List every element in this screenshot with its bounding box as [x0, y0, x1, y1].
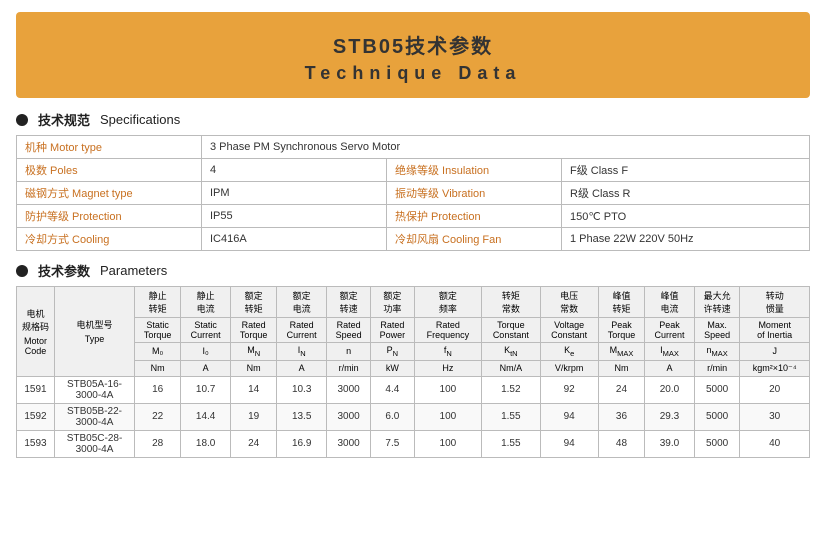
spec-label-insulation: 绝缘等级 Insulation: [387, 159, 562, 182]
params-table: 电机规格码MotorCode 电机型号Type 静止转矩 静止电流 额定转矩 额…: [16, 286, 810, 458]
th-static-torque-cn: 静止转矩: [135, 287, 181, 318]
th-sym-IN: IN: [277, 343, 327, 361]
spec-label-thermal: 热保护 Protection: [387, 205, 562, 228]
th-static-torque-en: StaticTorque: [135, 318, 181, 343]
table-row: 1592STB05B-22-3000-4A2214.41913.530006.0…: [17, 403, 810, 430]
th-voltage-const-en: VoltageConstant: [540, 318, 598, 343]
th-sym-PN: PN: [371, 343, 414, 361]
params-section-title: 技术参数 Parameters: [16, 261, 810, 280]
spec-row-motortype: 机种 Motor type 3 Phase PM Synchronous Ser…: [17, 136, 810, 159]
th-unit-I0: A: [181, 360, 231, 376]
th-rated-speed-en: RatedSpeed: [327, 318, 371, 343]
spec-label-protection: 防护等级 Protection: [17, 205, 202, 228]
th-sym-IMAX: IMAX: [645, 343, 695, 361]
header-title-cn: STB05技术参数: [16, 30, 810, 59]
params-label-cn: 技术参数: [38, 261, 90, 280]
th-sym-I0: I₀: [181, 343, 231, 361]
params-header-unit: Nm A Nm A r/min kW Hz Nm/A V/krpm Nm A r…: [17, 360, 810, 376]
th-rated-current-en: RatedCurrent: [277, 318, 327, 343]
th-sym-MMAX: MMAX: [598, 343, 644, 361]
th-sym-nMAX: nMAX: [694, 343, 740, 361]
th-unit-nMAX: r/min: [694, 360, 740, 376]
spec-label-motortype: 机种 Motor type: [17, 136, 202, 159]
th-rated-power-en: RatedPower: [371, 318, 414, 343]
specs-label-cn: 技术规范: [38, 110, 90, 129]
th-inertia-cn: 转动惯量: [740, 287, 810, 318]
th-peak-torque-cn: 峰值转矩: [598, 287, 644, 318]
th-torque-const-en: TorqueConstant: [482, 318, 540, 343]
spec-value-poles: 4: [202, 159, 387, 182]
params-label-en: Parameters: [100, 263, 167, 278]
params-dot: [16, 265, 28, 277]
th-unit-MMAX: Nm: [598, 360, 644, 376]
th-unit-Ke: V/krpm: [540, 360, 598, 376]
th-torque-const-cn: 转矩常数: [482, 287, 540, 318]
spec-label-coolingfan: 冷却风扇 Cooling Fan: [387, 228, 562, 251]
table-row: 1593STB05C-28-3000-4A2818.02416.930007.5…: [17, 430, 810, 457]
spec-label-vibration: 振动等级 Vibration: [387, 182, 562, 205]
th-rated-power-cn: 额定功率: [371, 287, 414, 318]
th-sym-Ke: Ke: [540, 343, 598, 361]
specs-section: 技术规范 Specifications 机种 Motor type 3 Phas…: [16, 110, 810, 251]
th-rated-current-cn: 额定电流: [277, 287, 327, 318]
th-unit-fN: Hz: [414, 360, 482, 376]
th-unit-J: kgm²×10⁻⁴: [740, 360, 810, 376]
th-rated-speed-cn: 额定转速: [327, 287, 371, 318]
th-sym-MN: MN: [231, 343, 277, 361]
spec-label-magnet: 磁钢方式 Magnet type: [17, 182, 202, 205]
spec-row-protection: 防护等级 Protection IP55 热保护 Protection 150℃…: [17, 205, 810, 228]
spec-value-coolingfan: 1 Phase 22W 220V 50Hz: [562, 228, 810, 251]
th-sym-J: J: [740, 343, 810, 361]
th-unit-PN: kW: [371, 360, 414, 376]
th-sym-KtN: KtN: [482, 343, 540, 361]
th-unit-n: r/min: [327, 360, 371, 376]
th-static-current-cn: 静止电流: [181, 287, 231, 318]
spec-label-cooling: 冷却方式 Cooling: [17, 228, 202, 251]
spec-value-thermal: 150℃ PTO: [562, 205, 810, 228]
spec-value-vibration: R级 Class R: [562, 182, 810, 205]
spec-row-magnet: 磁钢方式 Magnet type IPM 振动等级 Vibration R级 C…: [17, 182, 810, 205]
th-peak-torque-en: PeakTorque: [598, 318, 644, 343]
specs-table: 机种 Motor type 3 Phase PM Synchronous Ser…: [16, 135, 810, 251]
specs-dot: [16, 114, 28, 126]
th-unit-IN: A: [277, 360, 327, 376]
specs-section-title: 技术规范 Specifications: [16, 110, 810, 129]
header: STB05技术参数 Technique Data: [16, 12, 810, 98]
spec-value-protection: IP55: [202, 205, 387, 228]
spec-row-cooling: 冷却方式 Cooling IC416A 冷却风扇 Cooling Fan 1 P…: [17, 228, 810, 251]
th-motor-code-cn: 电机规格码MotorCode: [17, 287, 55, 377]
th-inertia-en: Momentof Inertia: [740, 318, 810, 343]
spec-value-cooling: IC416A: [202, 228, 387, 251]
th-static-current-en: StaticCurrent: [181, 318, 231, 343]
params-header-en: StaticTorque StaticCurrent RatedTorque R…: [17, 318, 810, 343]
th-rated-freq-cn: 额定频率: [414, 287, 482, 318]
params-header-cn: 电机规格码MotorCode 电机型号Type 静止转矩 静止电流 额定转矩 额…: [17, 287, 810, 318]
th-peak-current-en: PeakCurrent: [645, 318, 695, 343]
th-motor-type-cn: 电机型号Type: [55, 287, 135, 377]
th-unit-MN: Nm: [231, 360, 277, 376]
params-header-sym: M₀ I₀ MN IN n PN fN KtN Ke MMAX IMAX nMA…: [17, 343, 810, 361]
th-sym-fN: fN: [414, 343, 482, 361]
th-rated-torque-en: RatedTorque: [231, 318, 277, 343]
th-rated-torque-cn: 额定转矩: [231, 287, 277, 318]
th-peak-current-cn: 峰值电流: [645, 287, 695, 318]
spec-row-poles: 极数 Poles 4 绝缘等级 Insulation F级 Class F: [17, 159, 810, 182]
spec-value-magnet: IPM: [202, 182, 387, 205]
th-unit-IMAX: A: [645, 360, 695, 376]
spec-label-poles: 极数 Poles: [17, 159, 202, 182]
th-max-speed-en: Max.Speed: [694, 318, 740, 343]
specs-label-en: Specifications: [100, 112, 180, 127]
th-sym-n: n: [327, 343, 371, 361]
th-unit-KtN: Nm/A: [482, 360, 540, 376]
header-title-en: Technique Data: [16, 63, 810, 84]
params-section: 技术参数 Parameters 电机规格码MotorCode 电机型号Type …: [16, 261, 810, 458]
th-unit-M0: Nm: [135, 360, 181, 376]
th-max-speed-cn: 最大允许转速: [694, 287, 740, 318]
th-sym-M0: M₀: [135, 343, 181, 361]
th-voltage-const-cn: 电压常数: [540, 287, 598, 318]
spec-value-insulation: F级 Class F: [562, 159, 810, 182]
spec-value-motortype: 3 Phase PM Synchronous Servo Motor: [202, 136, 810, 159]
table-row: 1591STB05A-16-3000-4A1610.71410.330004.4…: [17, 376, 810, 403]
th-rated-freq-en: RatedFrequency: [414, 318, 482, 343]
